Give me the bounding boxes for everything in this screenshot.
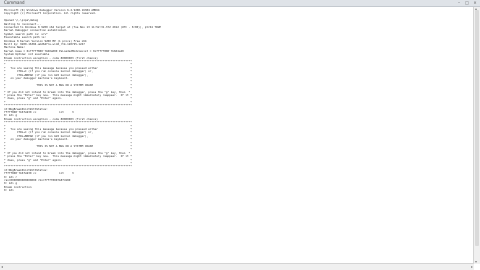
- scrollbar-thumb[interactable]: [475, 10, 479, 246]
- minimize-icon[interactable]: –: [456, 1, 462, 5]
- console-output[interactable]: Microsoft (R) Windows Debugger Version 6…: [0, 7, 474, 264]
- console-line: 0: kd>: [4, 188, 14, 193]
- console-line: Copyright (c) Microsoft Corporation. All…: [4, 11, 97, 16]
- horizontal-scrollbar[interactable]: ◂ ▸: [0, 263, 474, 270]
- window-controls: – □ ×: [456, 1, 478, 5]
- scroll-left-icon[interactable]: ◂: [1, 265, 3, 269]
- vertical-scrollbar[interactable]: ▴ ▾: [473, 7, 480, 264]
- window-title: Command: [4, 0, 25, 5]
- scroll-right-icon[interactable]: ▸: [471, 265, 473, 269]
- maximize-icon[interactable]: □: [464, 1, 470, 5]
- close-icon[interactable]: ×: [472, 1, 478, 5]
- scroll-down-icon[interactable]: ▾: [475, 260, 477, 264]
- window-titlebar[interactable]: Command – □ ×: [0, 0, 480, 7]
